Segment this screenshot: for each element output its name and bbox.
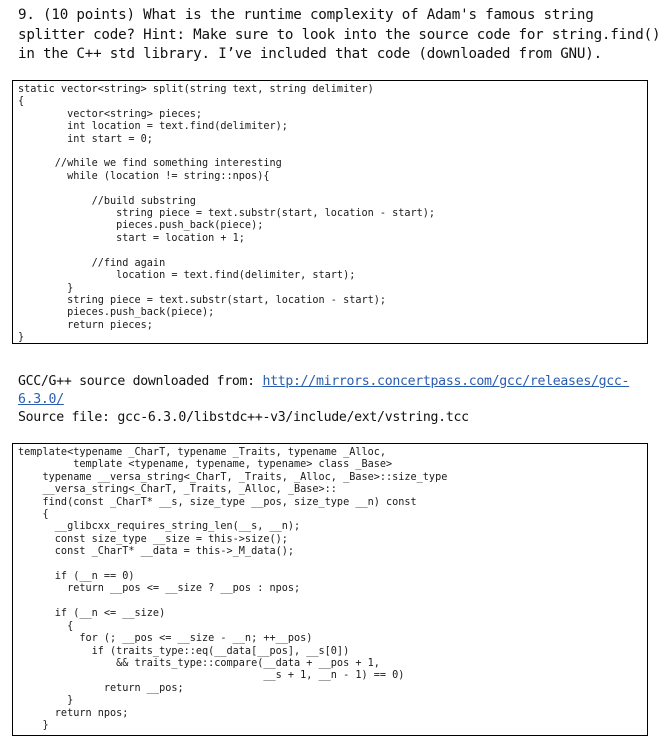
- code-line: static vector<string> split(string text,…: [18, 84, 374, 95]
- question-line: in the C++ std library. I’ve included th…: [18, 46, 602, 62]
- code-line: const _CharT* __data = this->_M_data();: [18, 546, 295, 558]
- code-line: //find again: [18, 257, 166, 269]
- code-line: string piece = text.substr(start, locati…: [18, 294, 387, 306]
- source-link-continuation: 6.3.0/: [18, 391, 658, 409]
- code-line: int start = 0;: [18, 133, 153, 145]
- code-line: return npos;: [18, 707, 129, 719]
- code-line: }: [18, 695, 74, 707]
- source-info: GCC/G++ source downloaded from: http://m…: [18, 373, 658, 427]
- code-line: string piece = text.substr(start, locati…: [18, 208, 436, 220]
- code-line: while (location != string::npos){: [18, 170, 270, 182]
- code-line: }: [18, 332, 25, 344]
- code-line: && traits_type::compare(__data + __pos +…: [18, 657, 380, 669]
- code-line: return pieces;: [18, 319, 153, 331]
- code-line: const size_type __size = this->size();: [18, 533, 288, 545]
- code-line: {: [18, 509, 49, 521]
- code-line: template <typename, typename, typename> …: [18, 459, 393, 471]
- source-file-line: Source file: gcc-6.3.0/libstdc++-v3/incl…: [18, 410, 469, 425]
- gcc-source-link[interactable]: http://mirrors.concertpass.com/gcc/relea…: [262, 374, 629, 389]
- find-code-block: template<typename _CharT, typename _Trai…: [12, 443, 648, 736]
- code-line: if (traits_type::eq(__data[__pos], __s[0…: [18, 645, 350, 657]
- source-download-line: GCC/G++ source downloaded from: http://m…: [18, 373, 658, 391]
- question-text: 9. (10 points) What is the runtime compl…: [18, 6, 661, 65]
- code-line: template<typename _CharT, typename _Trai…: [18, 447, 387, 458]
- split-code: static vector<string> split(string text,…: [18, 84, 647, 345]
- code-line: return __pos <= __size ? __pos : npos;: [18, 583, 301, 595]
- code-line: __versa_string<_CharT, _Traits, _Alloc, …: [18, 484, 337, 496]
- split-code-block: static vector<string> split(string text,…: [12, 80, 648, 344]
- question-line: splitter code? Hint: Make sure to look i…: [18, 26, 661, 43]
- question-line: 9. (10 points) What is the runtime compl…: [18, 7, 594, 23]
- gcc-source-link-continued[interactable]: 6.3.0/: [18, 392, 64, 407]
- find-code: template<typename _CharT, typename _Trai…: [18, 447, 647, 732]
- code-line: }: [18, 719, 49, 731]
- source-download-label: GCC/G++ source downloaded from:: [18, 374, 263, 389]
- code-line: start = location + 1;: [18, 232, 245, 244]
- code-line: vector<string> pieces;: [18, 108, 203, 120]
- code-line: __s + 1, __n - 1) == 0): [18, 670, 405, 682]
- code-line: {: [18, 96, 25, 108]
- code-line: //build substring: [18, 195, 196, 207]
- code-line: pieces.push_back(piece);: [18, 307, 215, 319]
- code-line: if (__n <= __size): [18, 608, 166, 620]
- code-line: int location = text.find(delimiter);: [18, 121, 288, 133]
- code-line: for (; __pos <= __size - __n; ++__pos): [18, 633, 313, 645]
- code-line: pieces.push_back(piece);: [18, 220, 264, 232]
- code-line: return __pos;: [18, 682, 184, 694]
- code-line: {: [18, 620, 74, 632]
- code-line: }: [18, 282, 74, 294]
- code-line: __glibcxx_requires_string_len(__s, __n);: [18, 521, 301, 533]
- code-line: //while we find something interesting: [18, 158, 282, 170]
- code-line: find(const _CharT* __s, size_type __pos,…: [18, 496, 417, 508]
- code-line: location = text.find(delimiter, start);: [18, 270, 356, 282]
- code-line: if (__n == 0): [18, 571, 135, 583]
- code-line: typename __versa_string<_CharT, _Traits,…: [18, 471, 448, 483]
